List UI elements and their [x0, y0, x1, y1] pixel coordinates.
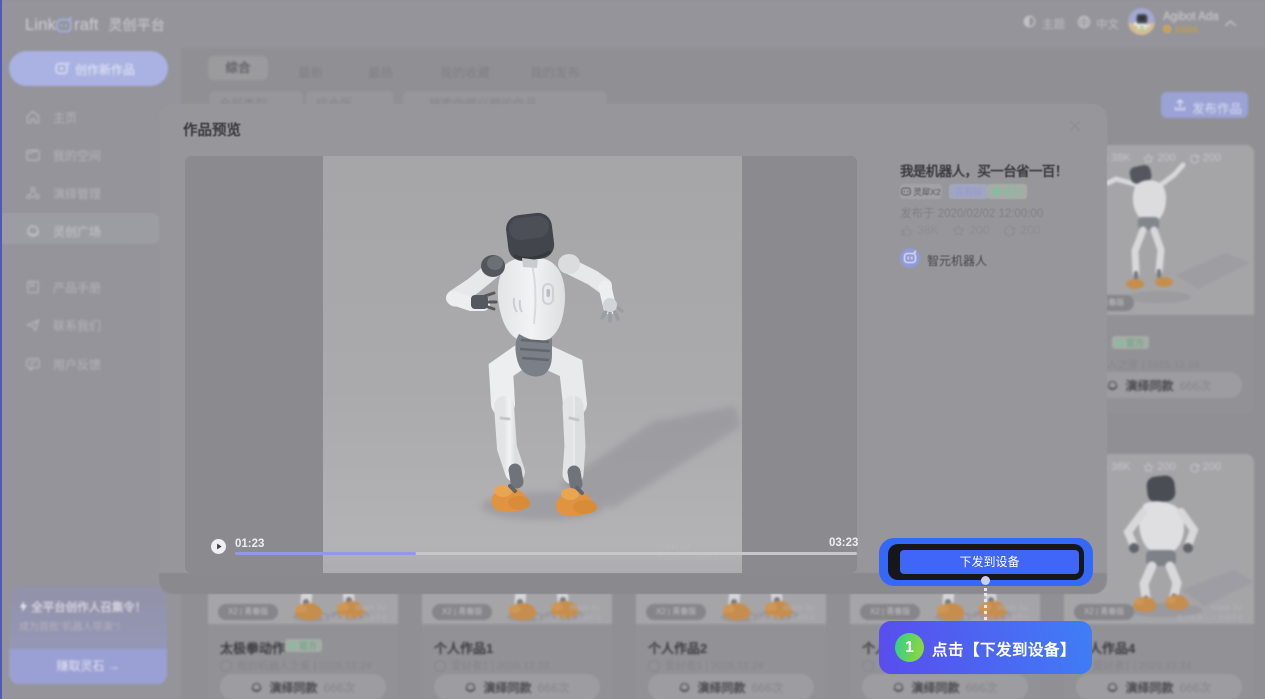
svg-text:made by: made by — [657, 541, 690, 551]
svg-text:智元机器人 × 灵创平台: 智元机器人 × 灵创平台 — [657, 554, 718, 562]
